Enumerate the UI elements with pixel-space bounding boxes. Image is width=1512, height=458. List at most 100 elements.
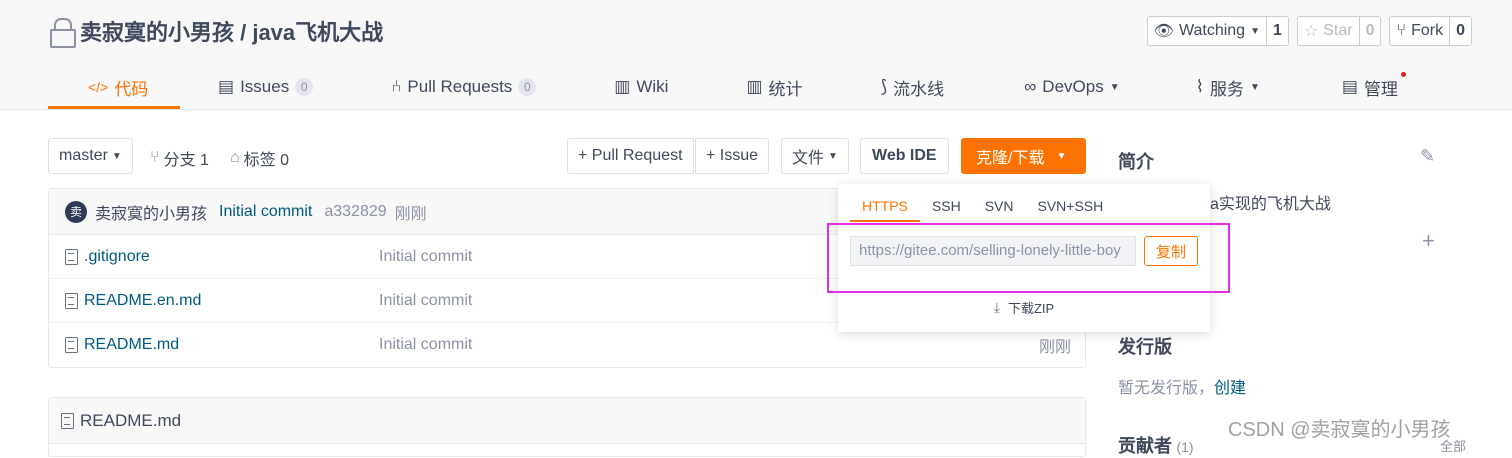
file-dropdown-label: 文件: [792, 150, 825, 167]
edit-icon[interactable]: ✎: [1420, 146, 1435, 167]
issues-icon: ▤: [218, 77, 235, 96]
pipeline-icon: ⟆: [880, 77, 888, 96]
commit-author[interactable]: 卖寂寞的小男孩: [95, 200, 207, 224]
tab-devops-label: DevOps: [1042, 77, 1104, 96]
clone-protocol-tabs: HTTPS SSH SVN SVN+SSH: [850, 192, 1115, 222]
tab-svn[interactable]: SVN: [973, 192, 1026, 220]
contributors-count: (1): [1176, 439, 1194, 455]
new-issue-button[interactable]: + Issue: [695, 138, 770, 174]
caret-down-icon: ▼: [1250, 25, 1260, 37]
branch-icon: ⑂: [150, 149, 160, 166]
watch-label: Watching: [1178, 22, 1246, 39]
tab-stats-label: 统计: [768, 79, 803, 99]
contributors-heading: 贡献者 (1): [1118, 432, 1194, 458]
watch-count[interactable]: 1: [1267, 17, 1288, 45]
readme-title: README.md: [80, 410, 182, 430]
file-name-link[interactable]: .gitignore: [84, 248, 150, 266]
tab-issues[interactable]: ▤ Issues 0: [218, 66, 314, 108]
fork-label: Fork: [1411, 22, 1444, 39]
repo-actions: 👁 Watching ▼ 1 ☆ Star 0 ⑂ Fork 0: [1146, 16, 1472, 46]
tags-link[interactable]: ⌂ 标签 0: [230, 146, 289, 170]
infinity-icon: ∞: [1024, 77, 1037, 96]
repo-title: 卖寂寞的小男孩 / java飞机大战: [50, 14, 383, 48]
no-release-text: 暂无发行版，: [1118, 380, 1215, 397]
fork-icon: ⑂: [1396, 22, 1407, 39]
pulse-icon: ⌇: [1195, 77, 1204, 96]
star-icon: ☆: [1303, 23, 1319, 40]
file-dropdown-button[interactable]: 文件 ▼: [781, 138, 849, 174]
tab-manage[interactable]: ▤ 管理: [1341, 66, 1406, 108]
file-icon: [61, 412, 74, 429]
notification-dot: [1400, 72, 1406, 77]
caret-down-icon: ▼: [1056, 150, 1067, 162]
contributors-title: 贡献者: [1118, 436, 1172, 456]
file-name-link[interactable]: README.en.md: [84, 292, 201, 310]
download-icon: ⤓: [993, 299, 1000, 315]
star-label: Star: [1323, 22, 1353, 39]
avatar[interactable]: 卖: [65, 200, 87, 223]
watermark: CSDN @卖寂寞的小男孩: [1228, 419, 1451, 441]
tab-wiki[interactable]: ▥ Wiki: [614, 66, 668, 108]
branch-select-label: master: [59, 147, 108, 164]
intro-title: 简介: [1118, 152, 1154, 172]
file-commit-message[interactable]: Initial commit: [379, 292, 472, 310]
lock-icon: [50, 18, 76, 48]
tab-manage-label: 管理: [1363, 79, 1398, 99]
add-icon[interactable]: +: [1422, 228, 1435, 254]
caret-down-icon: ▼: [111, 150, 122, 162]
create-release-link[interactable]: 创建: [1214, 380, 1246, 397]
file-commit-message[interactable]: Initial commit: [379, 248, 472, 266]
tab-services-label: 服务: [1209, 79, 1244, 99]
web-ide-label: Web IDE: [872, 147, 937, 164]
star-button[interactable]: ☆ Star 0: [1296, 16, 1382, 46]
tab-pull-requests-label: Pull Requests: [407, 77, 513, 96]
bar-chart-icon: ▥: [746, 77, 763, 96]
branches-link[interactable]: ⑂ 分支 1: [150, 146, 209, 170]
tab-svn-ssh[interactable]: SVN+SSH: [1025, 192, 1115, 220]
code-icon: </>: [88, 79, 109, 95]
annotation-highlight-box: [827, 223, 1230, 293]
clone-download-button[interactable]: 克隆/下载 ▼: [961, 138, 1086, 174]
issues-badge: 0: [295, 78, 314, 96]
tab-wiki-label: Wiki: [636, 77, 669, 96]
commit-message[interactable]: Initial commit: [219, 203, 312, 221]
readme-header: README.md: [49, 398, 1085, 444]
tab-devops[interactable]: ∞ DevOps ▼: [1024, 66, 1119, 108]
tab-stats[interactable]: ▥ 统计: [746, 66, 802, 108]
pull-requests-badge: 0: [518, 78, 537, 96]
release-title: 发行版: [1118, 337, 1172, 357]
repo-title-text[interactable]: 卖寂寞的小男孩 / java飞机大战: [80, 15, 383, 47]
tab-https[interactable]: HTTPS: [850, 192, 920, 222]
caret-down-icon: ▼: [1109, 81, 1120, 93]
release-info: 暂无发行版，创建: [1118, 374, 1246, 398]
watch-button[interactable]: 👁 Watching ▼ 1: [1146, 16, 1289, 46]
file-icon: [65, 292, 78, 309]
file-name-link[interactable]: README.md: [84, 336, 179, 354]
file-icon: [65, 337, 78, 353]
fork-count[interactable]: 0: [1450, 17, 1471, 45]
star-count[interactable]: 0: [1360, 17, 1381, 45]
new-pull-request-label: + Pull Request: [578, 147, 683, 164]
intro-text: a实现的飞机大战: [1210, 196, 1331, 213]
tab-pull-requests[interactable]: ⑃ Pull Requests 0: [391, 66, 537, 108]
file-commit-time: 刚刚: [1038, 339, 1071, 356]
tab-code[interactable]: </> 代码: [48, 66, 180, 109]
clone-download-label: 克隆/下载: [976, 150, 1045, 167]
tab-pipeline[interactable]: ⟆ 流水线: [881, 66, 945, 108]
settings-doc-icon: ▤: [1341, 77, 1358, 96]
caret-down-icon: ▼: [1249, 81, 1260, 93]
new-pull-request-button[interactable]: + Pull Request: [567, 138, 694, 174]
branches-label: 分支 1: [163, 152, 209, 169]
tab-services[interactable]: ⌇ 服务 ▼: [1196, 66, 1260, 108]
fork-button[interactable]: ⑂ Fork 0: [1389, 16, 1472, 46]
download-zip-link[interactable]: ⤓ 下载ZIP: [838, 298, 1210, 317]
eye-icon: 👁: [1153, 23, 1174, 40]
tab-ssh[interactable]: SSH: [920, 192, 973, 220]
tag-icon: ⌂: [230, 149, 240, 166]
web-ide-button[interactable]: Web IDE: [860, 138, 949, 174]
commit-hash[interactable]: a332829: [324, 203, 386, 221]
branch-select[interactable]: master ▼: [48, 138, 133, 174]
file-commit-message[interactable]: Initial commit: [379, 336, 472, 354]
book-icon: ▥: [614, 77, 631, 96]
pull-request-icon: ⑃: [391, 77, 402, 96]
